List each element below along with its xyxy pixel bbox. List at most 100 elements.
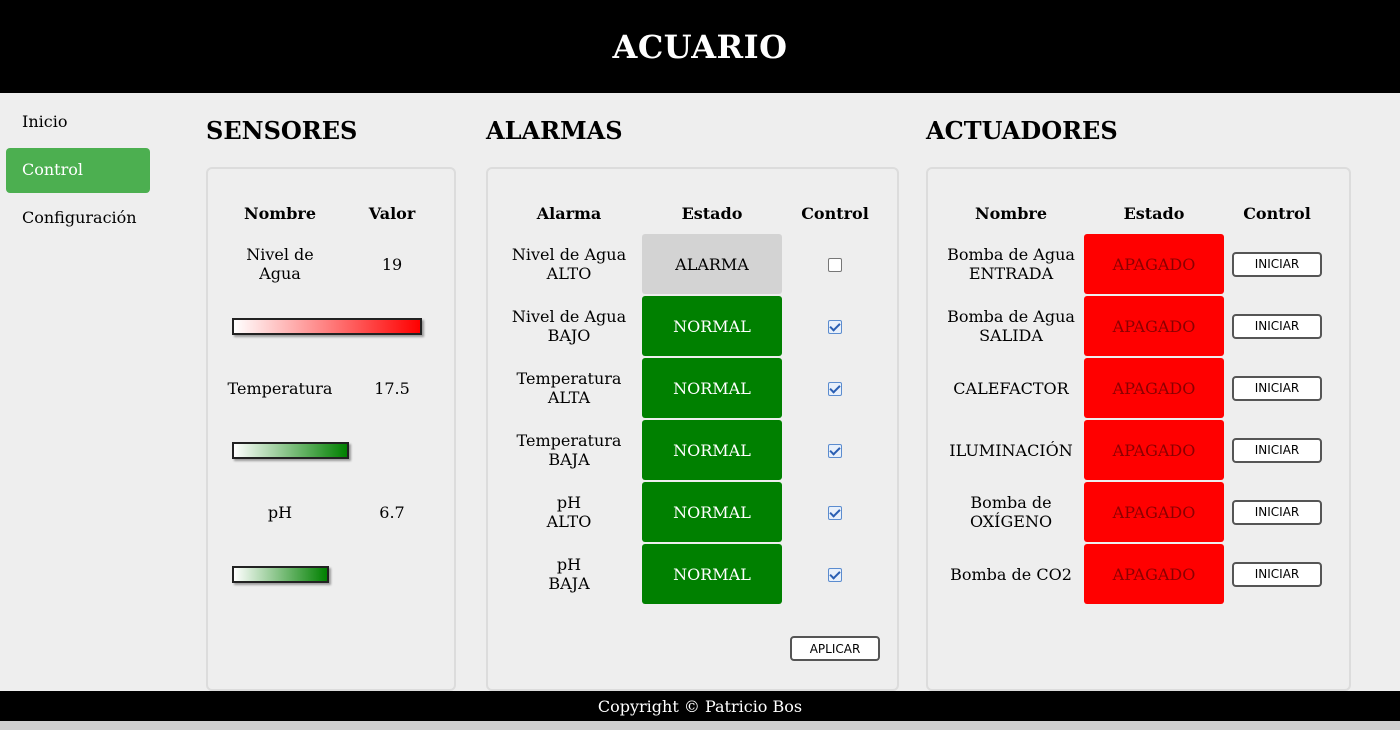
actuator-name-line2: OXÍGENO — [969, 512, 1053, 531]
actuadores-header-control: Control — [1243, 203, 1311, 223]
temperature-bar — [232, 441, 349, 459]
alarm-name-line1: pH — [556, 555, 582, 574]
alarm-name-line2: BAJO — [547, 326, 591, 345]
actuator-status-badge: APAGADO — [1084, 482, 1224, 542]
sidebar-item-configuracion[interactable]: Configuración — [6, 196, 150, 241]
sidebar: Inicio Control Configuración — [6, 100, 150, 244]
alarmas-title: ALARMAS — [486, 116, 623, 145]
actuator-name: Bomba de Agua ENTRADA — [938, 233, 1084, 295]
table-row: Temperatura 17.5 — [224, 357, 448, 419]
alarm-name-line1: Temperatura — [516, 431, 622, 450]
start-button[interactable]: INICIAR — [1232, 313, 1322, 339]
alarm-enable-checkbox[interactable] — [828, 320, 842, 334]
table-row — [224, 295, 448, 357]
alarm-status-badge: NORMAL — [642, 544, 782, 604]
alarmas-header-alarm: Alarma — [536, 203, 602, 223]
actuator-status-badge: APAGADO — [1084, 234, 1224, 294]
sensor-name-line1: Nivel de — [246, 245, 314, 264]
table-row: CALEFACTOR APAGADO INICIAR — [938, 357, 1330, 419]
alarm-name: Nivel de Agua BAJO — [496, 295, 642, 357]
alarmas-table: Alarma Estado Control Nivel de Agua ALTO A… — [496, 193, 888, 605]
actuator-name-line1: Bomba de — [970, 493, 1052, 512]
sensor-name: Nivel de Agua — [224, 233, 336, 295]
actuator-name: ILUMINACIÓN — [938, 419, 1084, 481]
alarm-status-badge: NORMAL — [642, 420, 782, 480]
alarm-status-badge: NORMAL — [642, 358, 782, 418]
alarm-name-line1: Temperatura — [516, 369, 622, 388]
table-row: pH 6.7 — [224, 481, 448, 543]
alarm-enable-checkbox[interactable] — [828, 382, 842, 396]
alarm-name-line2: ALTA — [547, 388, 591, 407]
table-row: Temperatura BAJA NORMAL — [496, 419, 888, 481]
alarmas-header-state: Estado — [681, 203, 743, 223]
table-row: Nivel de Agua 19 — [224, 233, 448, 295]
table-row: pH ALTO NORMAL — [496, 481, 888, 543]
sensor-name: Temperatura — [227, 378, 333, 398]
page-title: ACUARIO — [612, 27, 788, 66]
alarm-name: Nivel de Agua ALTO — [496, 233, 642, 295]
actuator-status-badge: APAGADO — [1084, 544, 1224, 604]
alarm-status-badge: NORMAL — [642, 296, 782, 356]
table-row: pH BAJA NORMAL — [496, 543, 888, 605]
actuator-name-line1: Bomba de CO2 — [950, 564, 1072, 584]
alarm-name: Temperatura BAJA — [496, 419, 642, 481]
alarmas-panel: Alarma Estado Control Nivel de Agua ALTO A… — [486, 167, 899, 691]
table-row: Nivel de Agua BAJO NORMAL — [496, 295, 888, 357]
actuator-name-line1: ILUMINACIÓN — [949, 440, 1073, 460]
actuator-name: Bomba de Agua SALIDA — [938, 295, 1084, 357]
table-row — [224, 543, 448, 605]
actuadores-header-state: Estado — [1123, 203, 1185, 223]
bottom-strip — [0, 721, 1400, 730]
alarm-name-line1: Nivel de Agua — [511, 307, 627, 326]
start-button[interactable]: INICIAR — [1232, 499, 1322, 525]
sensores-table: Nombre Valor Nivel de Agua 19 Temperatura… — [224, 193, 448, 605]
alarm-name-line2: ALTO — [546, 264, 592, 283]
sidebar-item-inicio[interactable]: Inicio — [6, 100, 150, 145]
alarm-name-line2: BAJA — [548, 574, 590, 593]
actuator-name-line2: ENTRADA — [968, 264, 1054, 283]
table-row: Nivel de Agua ALTO ALARMA — [496, 233, 888, 295]
sensor-value: 6.7 — [379, 502, 405, 522]
alarm-enable-checkbox[interactable] — [828, 258, 842, 272]
alarm-name: pH BAJA — [496, 543, 642, 605]
actuadores-title: ACTUADORES — [926, 116, 1118, 145]
actuadores-panel: Nombre Estado Control Bomba de Agua ENTRA… — [926, 167, 1351, 691]
actuadores-header-name: Nombre — [974, 203, 1048, 223]
sensor-name: pH — [267, 502, 293, 522]
start-button[interactable]: INICIAR — [1232, 251, 1322, 277]
start-button[interactable]: INICIAR — [1232, 561, 1322, 587]
actuator-name: Bomba de CO2 — [938, 543, 1084, 605]
actuator-name: CALEFACTOR — [938, 357, 1084, 419]
page-footer: Copyright © Patricio Bos — [0, 691, 1400, 721]
apply-button[interactable]: APLICAR — [790, 636, 880, 661]
start-button[interactable]: INICIAR — [1232, 437, 1322, 463]
start-button[interactable]: INICIAR — [1232, 375, 1322, 401]
alarm-name-line1: Nivel de Agua — [511, 245, 627, 264]
actuator-name-line1: Bomba de Agua — [947, 307, 1075, 326]
water-level-bar — [232, 317, 422, 335]
sensores-title: SENSORES — [206, 116, 358, 145]
actuadores-table: Nombre Estado Control Bomba de Agua ENTRA… — [938, 193, 1330, 605]
actuator-name-line1: CALEFACTOR — [953, 378, 1069, 398]
alarm-name-line1: pH — [556, 493, 582, 512]
copyright-text: Copyright © Patricio Bos — [597, 696, 803, 716]
table-row: Bomba de Agua SALIDA APAGADO INICIAR — [938, 295, 1330, 357]
actuator-name-line2: SALIDA — [979, 326, 1043, 345]
alarm-status-badge: NORMAL — [642, 482, 782, 542]
alarm-enable-checkbox[interactable] — [828, 568, 842, 582]
sidebar-item-control[interactable]: Control — [6, 148, 150, 193]
table-row: ILUMINACIÓN APAGADO INICIAR — [938, 419, 1330, 481]
sensores-header-value: Valor — [368, 203, 416, 223]
alarm-name: pH ALTO — [496, 481, 642, 543]
table-row: Bomba de OXÍGENO APAGADO INICIAR — [938, 481, 1330, 543]
actuator-name: Bomba de OXÍGENO — [938, 481, 1084, 543]
actuator-name-line1: Bomba de Agua — [947, 245, 1075, 264]
alarm-name-line2: ALTO — [546, 512, 592, 531]
table-row — [224, 419, 448, 481]
alarm-status-badge: ALARMA — [642, 234, 782, 294]
alarm-enable-checkbox[interactable] — [828, 506, 842, 520]
alarmas-header-control: Control — [801, 203, 869, 223]
sensores-panel: Nombre Valor Nivel de Agua 19 Temperatura… — [206, 167, 456, 691]
alarm-enable-checkbox[interactable] — [828, 444, 842, 458]
table-row: Bomba de CO2 APAGADO INICIAR — [938, 543, 1330, 605]
